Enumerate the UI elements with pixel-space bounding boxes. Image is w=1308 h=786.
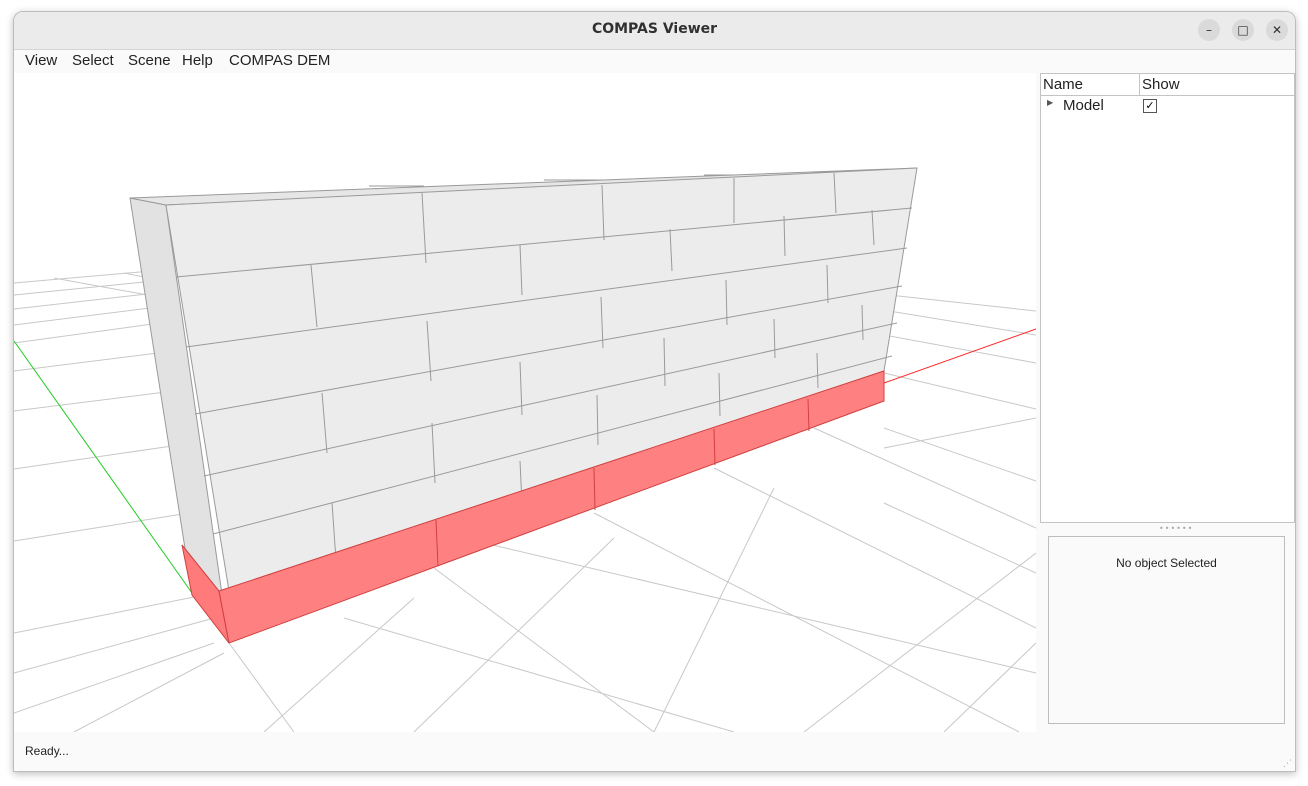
scene-canvas[interactable] <box>14 73 1036 732</box>
tree-row-label: Model <box>1063 97 1104 114</box>
window-title: COMPAS Viewer <box>591 21 718 37</box>
resize-grip-icon[interactable]: ⋰ <box>1283 759 1292 769</box>
menu-help[interactable]: Help <box>182 52 213 69</box>
maximize-button[interactable]: □ <box>1232 19 1254 41</box>
column-show-header[interactable]: Show <box>1142 76 1180 93</box>
column-name-header[interactable]: Name <box>1043 76 1083 93</box>
status-text: Ready... <box>25 744 69 758</box>
selection-message: No object Selected <box>1116 556 1217 570</box>
tree-header: Name Show <box>1041 74 1294 96</box>
side-panel: Name Show ▶ Model ✓ •••••• No object Sel… <box>1039 73 1295 732</box>
title-bar[interactable]: COMPAS Viewer – □ ✕ <box>14 12 1295 50</box>
close-button[interactable]: ✕ <box>1266 19 1288 41</box>
tree-row-model[interactable]: ▶ Model ✓ <box>1041 96 1294 116</box>
selection-info-panel: No object Selected <box>1048 536 1285 724</box>
minimize-button[interactable]: – <box>1198 19 1220 41</box>
x-axis <box>883 328 1036 384</box>
3d-viewport[interactable] <box>14 73 1036 732</box>
menu-compas-dem[interactable]: COMPAS DEM <box>229 52 330 69</box>
menu-select[interactable]: Select <box>72 52 114 69</box>
status-bar: Ready... ⋰ <box>14 732 1295 771</box>
splitter-handle[interactable]: •••••• <box>1159 524 1193 533</box>
app-window: COMPAS Viewer – □ ✕ View Select Scene He… <box>13 11 1296 772</box>
scene-tree[interactable]: Name Show ▶ Model ✓ <box>1040 73 1295 523</box>
show-checkbox[interactable]: ✓ <box>1143 99 1157 113</box>
menu-scene[interactable]: Scene <box>128 52 171 69</box>
column-divider[interactable] <box>1139 74 1140 95</box>
menu-view[interactable]: View <box>25 52 57 69</box>
expand-arrow-icon[interactable]: ▶ <box>1047 98 1053 107</box>
menu-bar: View Select Scene Help COMPAS DEM <box>14 50 1295 72</box>
